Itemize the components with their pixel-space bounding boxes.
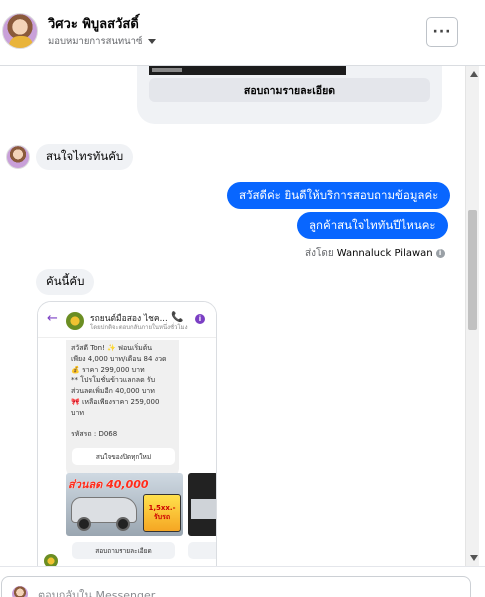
product-card-image [149,66,346,75]
more-options-button[interactable]: ··· [426,17,458,47]
chevron-down-icon [148,39,157,44]
contact-avatar[interactable] [2,13,38,49]
screenshot-message-line: บาท [71,408,84,417]
conversation-header: วิศวะ พิบูลสวัสดิ์ มอบหมายการสนทนาซ์ ··· [0,0,485,66]
phone-icon: 📞 [171,312,184,323]
screenshot-message-line: ส่วนลดเพิ่มอีก 40,000 บาท [71,387,155,396]
sent-by-label: ส่งโดย Wannaluck Pilawan i [305,246,445,261]
composer-avatar [12,586,28,597]
assign-label: มอบหมายการสนทนาซ์ [48,36,143,47]
car-promo-headline: ส่วนลด 40,000 [68,478,149,491]
sent-by-name: Wannaluck Pilawan [336,248,433,259]
sent-by-prefix: ส่งโดย [305,248,334,259]
screenshot-message-line: รหัสรถ : D068 [71,430,118,439]
thread-scrollbar[interactable] [465,66,479,566]
message-thread[interactable]: สอบถามรายละเอียด สนใจไทรทันคับ สวัสดีค่ะ… [0,66,465,566]
screenshot-message-line [71,419,174,430]
more-icon: ··· [432,24,452,40]
screenshot-message-line: 🎀 เหลือเพียงราคา 259,000 [71,397,160,406]
page-avatar [66,312,84,330]
screenshot-card-button: สอบถามรายละเอียด [72,542,175,559]
assign-conversation-dropdown[interactable]: มอบหมายการสนทนาซ์ [48,34,157,49]
car-wheel [77,517,91,531]
screenshot-message-line: 💰 ราคา 299,000 บาท [71,365,145,374]
screenshot-message-line: เพียง 4,000 บาท/เดือน 84 งวด [71,354,167,363]
composer-box[interactable] [1,576,471,597]
screenshot-card-button-2 [188,542,216,559]
car-promo-image-2 [188,473,216,536]
car-promo-image: ส่วนลด 40,000 1,5xx.- รับรถ [66,473,183,536]
info-icon: i [195,314,205,324]
car-promo-badge: 1,5xx.- รับรถ [143,494,181,532]
sender-avatar [6,145,30,169]
screenshot-message-button: สนใจของปิดทุกใหม่ [72,448,175,465]
info-icon[interactable]: i [435,249,445,258]
outgoing-message[interactable]: สวัสดีค่ะ ยินดีให้บริการสอบถามข้อมูลค่ะ [227,182,451,209]
scroll-thumb[interactable] [468,210,477,330]
page-avatar [44,554,58,566]
back-arrow-icon: ← [47,311,58,326]
screenshot-message-line: สวัสดี Ton! ✨ ฟอนเริ่มต้น [71,344,153,352]
card-inquiry-button[interactable]: สอบถามรายละเอียด [149,78,430,102]
image-attachment[interactable]: ← รถยนต์มือสอง ไชค... โดยปกติจะตอบกลับภา… [37,301,217,566]
messenger-inbox: วิศวะ พิบูลสวัสดิ์ มอบหมายการสนทนาซ์ ···… [0,0,485,597]
reply-input[interactable] [38,587,458,597]
incoming-message[interactable]: สนใจไทรทันคับ [36,144,134,170]
scroll-down-icon[interactable] [470,555,478,561]
product-card: สอบถามรายละเอียด [137,66,442,124]
screenshot-page-subtitle: โดยปกติจะตอบกลับภายในหนึ่งชั่วโมง [90,324,188,331]
scroll-up-icon[interactable] [470,71,478,77]
screenshot-message-line: ** โปรโมชั่นข้าวแลกลด รับ [71,376,156,385]
screenshot-header: ← รถยนต์มือสอง ไชค... โดยปกติจะตอบกลับภา… [38,302,216,338]
incoming-message[interactable]: คันนี้คับ [36,269,95,295]
composer [0,566,485,597]
outgoing-message[interactable]: ลูกค้าสนใจไททันปีไหนคะ [297,212,448,239]
car-wheel [116,517,130,531]
contact-name[interactable]: วิศวะ พิบูลสวัสดิ์ [48,13,139,34]
